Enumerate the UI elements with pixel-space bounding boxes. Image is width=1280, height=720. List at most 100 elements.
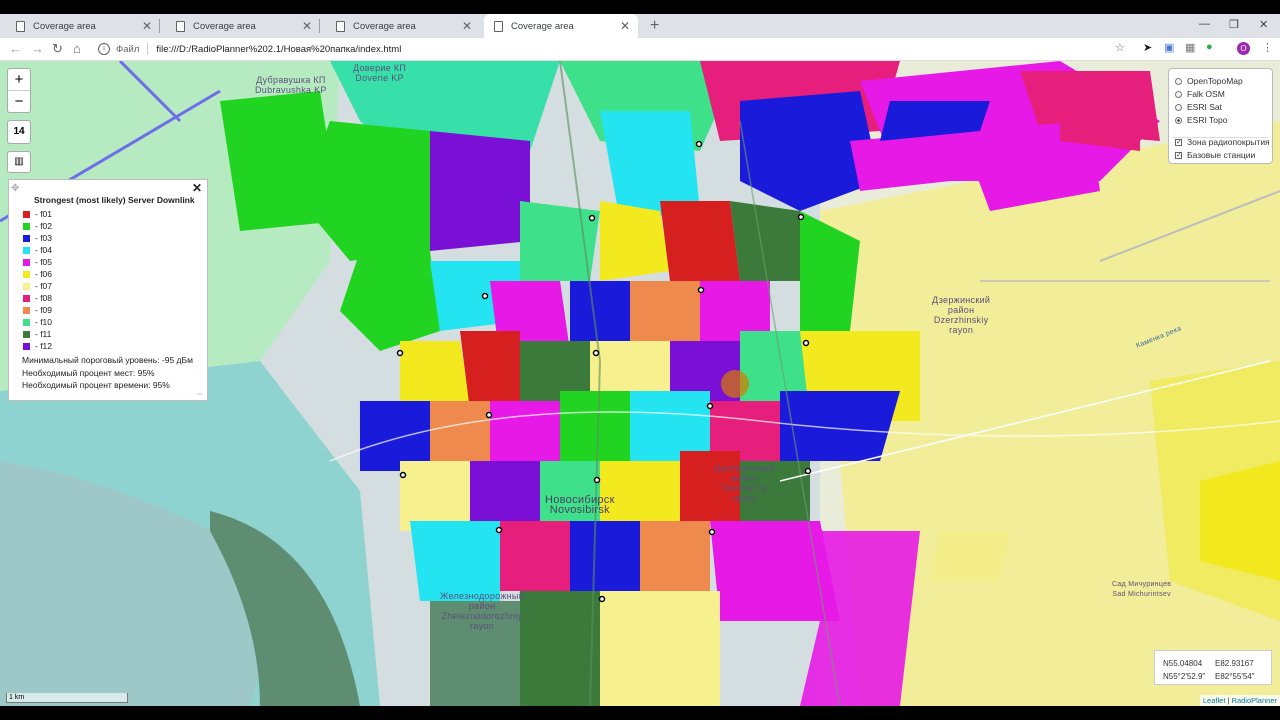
attribution: Leaflet | RadioPlanner bbox=[1199, 695, 1280, 706]
close-icon[interactable]: ✕ bbox=[192, 181, 202, 195]
info-icon[interactable]: i bbox=[98, 43, 110, 55]
legend-item: - f05 bbox=[23, 256, 52, 268]
browser-tab[interactable]: Coverage area ✕ bbox=[326, 14, 480, 38]
divider bbox=[147, 43, 149, 55]
color-swatch bbox=[23, 246, 30, 254]
drag-handle-icon[interactable]: ✥ bbox=[11, 183, 19, 194]
home-icon[interactable]: ⌂ bbox=[73, 41, 81, 56]
radio-button[interactable] bbox=[1175, 103, 1182, 111]
minimize-icon[interactable]: — bbox=[1199, 18, 1210, 30]
legend-item: - f09 bbox=[23, 304, 52, 316]
close-icon[interactable]: ✕ bbox=[142, 19, 152, 33]
color-swatch bbox=[23, 234, 30, 242]
translate-extension-icon[interactable]: ▣ bbox=[1164, 41, 1174, 54]
legend-item: - f04 bbox=[23, 244, 52, 256]
color-swatch bbox=[23, 258, 30, 266]
color-swatch bbox=[23, 330, 30, 338]
new-tab-button[interactable]: + bbox=[650, 17, 659, 35]
resize-handle-icon[interactable]: ⇔ bbox=[195, 388, 204, 398]
legend-item-label: - f04 bbox=[35, 245, 53, 255]
leaflet-link[interactable]: Leaflet bbox=[1203, 696, 1226, 705]
color-swatch bbox=[23, 210, 30, 218]
grammarly-extension-icon[interactable]: ● bbox=[1206, 41, 1213, 53]
radioplanner-link[interactable]: RadioPlanner bbox=[1232, 696, 1277, 705]
radio-button[interactable] bbox=[1175, 116, 1182, 124]
cursor-extension-icon[interactable]: ➤ bbox=[1143, 41, 1152, 54]
legend-item-label: - f11 bbox=[35, 329, 52, 339]
tab-strip: Coverage area ✕ Coverage area ✕ Coverage… bbox=[0, 14, 1280, 38]
legend-note-locations: Необходимый процент мест: 95% bbox=[22, 368, 155, 378]
basemap-label: Falk OSM bbox=[1187, 89, 1225, 99]
color-swatch bbox=[23, 282, 30, 290]
zoom-out-button[interactable]: − bbox=[8, 91, 30, 112]
zoom-level-indicator: 14 bbox=[7, 120, 31, 144]
avatar[interactable]: O bbox=[1237, 42, 1250, 55]
legend-item: - f12 bbox=[23, 340, 52, 352]
menu-icon[interactable]: ⋮ bbox=[1262, 41, 1273, 54]
restore-icon[interactable]: ❐ bbox=[1229, 18, 1239, 31]
basemap-label: ESRI Topo bbox=[1187, 115, 1228, 125]
legend-item-label: - f09 bbox=[35, 305, 53, 315]
legend-item: - f06 bbox=[23, 268, 52, 280]
coordinates-panel: N55.04804 E82.93167 N55°2'52.9" E82°55'5… bbox=[1154, 650, 1272, 685]
tab-title: Coverage area bbox=[33, 20, 96, 32]
basemap-option[interactable]: OpenTopoMap bbox=[1175, 76, 1243, 86]
page-icon bbox=[176, 20, 185, 32]
longitude-dms: E82°55'54" bbox=[1215, 672, 1255, 681]
legend-item-label: - f02 bbox=[35, 221, 53, 231]
color-swatch bbox=[23, 222, 30, 230]
map-view[interactable]: Доверие КП Doverie KP Дубравушка КП Dubr… bbox=[0, 61, 1280, 706]
legend-item-label: - f10 bbox=[35, 317, 53, 327]
checkbox[interactable]: ✓ bbox=[1175, 151, 1182, 159]
radio-button[interactable] bbox=[1175, 77, 1182, 85]
longitude-decimal: E82.93167 bbox=[1215, 659, 1254, 668]
legend-item: - f02 bbox=[23, 220, 52, 232]
legend-item: - f03 bbox=[23, 232, 52, 244]
browser-tab[interactable]: Coverage area ✕ bbox=[166, 14, 320, 38]
close-icon[interactable]: ✕ bbox=[302, 19, 312, 33]
color-swatch bbox=[23, 318, 30, 326]
zoom-control: + − bbox=[7, 68, 31, 113]
layer-control: OpenTopoMap Falk OSM ESRI Sat ESRI Topo … bbox=[1168, 68, 1273, 164]
color-swatch bbox=[23, 306, 30, 314]
overlay-label: Зона радиопокрытия bbox=[1187, 137, 1270, 147]
scheme-label: Файл bbox=[116, 43, 140, 55]
scale-bar: 1 km bbox=[6, 693, 128, 703]
basemap-option[interactable]: Falk OSM bbox=[1175, 89, 1225, 99]
basemap-option[interactable]: ESRI Topo bbox=[1175, 115, 1227, 125]
color-swatch bbox=[23, 270, 30, 278]
legend-item: - f11 bbox=[23, 328, 52, 340]
tab-title: Coverage area bbox=[511, 20, 574, 32]
basemap-option[interactable]: ESRI Sat bbox=[1175, 102, 1222, 112]
map-layers-button[interactable]: ▥ bbox=[7, 151, 31, 173]
legend-item: - f07 bbox=[23, 280, 52, 292]
overlay-option[interactable]: ✓ Базовые станции bbox=[1175, 150, 1255, 160]
close-icon[interactable]: ✕ bbox=[620, 19, 630, 33]
legend-item-label: - f12 bbox=[35, 341, 53, 351]
checkbox[interactable]: ✓ bbox=[1175, 138, 1182, 146]
browser-tab[interactable]: Coverage area ✕ bbox=[6, 14, 160, 38]
legend-item: - f08 bbox=[23, 292, 52, 304]
page-icon bbox=[16, 20, 25, 32]
latitude-dms: N55°2'52.9" bbox=[1163, 672, 1206, 681]
forward-icon[interactable]: → bbox=[31, 41, 44, 56]
toolbar: ← → ↻ ⌂ i Файл file:///D:/RadioPlanner%2… bbox=[0, 38, 1280, 61]
overlay-option[interactable]: ✓ Зона радиопокрытия bbox=[1175, 137, 1270, 147]
close-window-icon[interactable]: ✕ bbox=[1259, 18, 1268, 31]
address-bar[interactable]: i Файл file:///D:/RadioPlanner%202.1/Нов… bbox=[94, 40, 1134, 58]
url-text[interactable]: file:///D:/RadioPlanner%202.1/Новая%20па… bbox=[156, 44, 401, 55]
bookmark-star-icon[interactable]: ☆ bbox=[1115, 41, 1125, 54]
legend-item-label: - f05 bbox=[35, 257, 53, 267]
map-icon: ▥ bbox=[14, 156, 24, 167]
close-icon[interactable]: ✕ bbox=[462, 19, 472, 33]
radio-button[interactable] bbox=[1175, 90, 1182, 98]
browser-tab-active[interactable]: Coverage area ✕ bbox=[484, 14, 638, 38]
legend-note-threshold: Минимальный пороговый уровень: -95 дБм bbox=[22, 355, 193, 365]
reload-icon[interactable]: ↻ bbox=[52, 41, 63, 57]
back-icon[interactable]: ← bbox=[9, 41, 22, 56]
page-icon bbox=[336, 20, 345, 32]
os-bottom-bar bbox=[0, 706, 1280, 720]
screenshot-extension-icon[interactable]: ▦ bbox=[1185, 41, 1195, 54]
zoom-in-button[interactable]: + bbox=[8, 69, 30, 91]
page-icon bbox=[494, 20, 503, 32]
